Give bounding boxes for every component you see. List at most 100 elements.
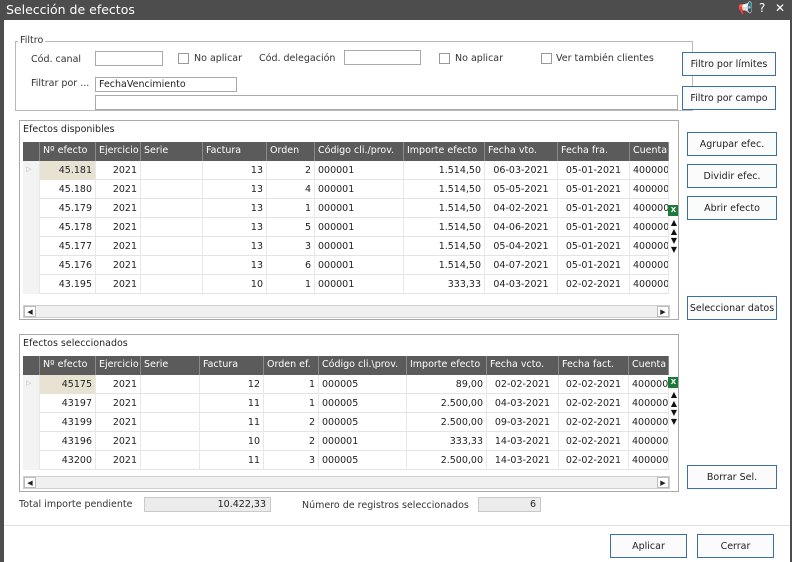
available-horizontal-scrollbar[interactable]: ◀ ▶ (23, 305, 670, 318)
cell[interactable]: 12 (200, 375, 264, 394)
cell[interactable]: 05-04-2021 (485, 237, 558, 256)
cell[interactable]: 4000000 (630, 218, 669, 237)
scroll-right-icon[interactable]: ▶ (657, 306, 669, 317)
table-row[interactable]: 45.176 2021 13 6 000001 1.514,50 04-07-2… (23, 256, 669, 275)
agrupar-button[interactable]: Agrupar efec. (687, 132, 777, 156)
col-header[interactable]: Cuenta (629, 356, 669, 375)
excel-export-icon[interactable]: X (668, 205, 678, 216)
cell[interactable]: 05-01-2021 (558, 199, 630, 218)
col-header[interactable]: Orden (267, 142, 315, 161)
cell[interactable]: 1.514,50 (404, 161, 485, 180)
table-row[interactable]: 45.178 2021 13 5 000001 1.514,50 04-06-2… (23, 218, 669, 237)
table-row[interactable]: 45.179 2021 13 1 000001 1.514,50 04-02-2… (23, 199, 669, 218)
cell[interactable]: 04-06-2021 (485, 218, 558, 237)
dividir-button[interactable]: Dividir efec. (687, 164, 777, 188)
cell[interactable]: 1.514,50 (404, 237, 485, 256)
seleccionar-datos-button[interactable]: Seleccionar datos (687, 296, 777, 320)
cell[interactable]: 45.177 (40, 237, 96, 256)
filtro-campo-button[interactable]: Filtro por campo (682, 86, 776, 110)
table-row[interactable]: ▷ 45175 2021 12 1 000005 89,00 02-02-202… (23, 375, 669, 394)
filtro-limites-button[interactable]: Filtro por límites (682, 52, 776, 76)
filtrar-por-select[interactable]: FechaVencimiento (95, 77, 237, 92)
cell[interactable]: 02-02-2021 (559, 413, 629, 432)
cell[interactable]: 2021 (96, 199, 141, 218)
scroll-up-icon[interactable]: ▲ (668, 399, 678, 408)
cell[interactable]: 14-03-2021 (487, 451, 559, 470)
borrar-sel-button[interactable]: Borrar Sel. (687, 465, 777, 489)
cell[interactable] (141, 413, 200, 432)
cell[interactable] (141, 218, 203, 237)
cell[interactable]: 13 (203, 180, 267, 199)
cell[interactable]: 000001 (315, 199, 404, 218)
col-header[interactable]: Fecha vto. (485, 142, 558, 161)
help-icon[interactable]: ? (759, 1, 765, 15)
cell[interactable]: 1 (264, 375, 319, 394)
col-header[interactable]: Factura (203, 142, 267, 161)
cell[interactable]: 4000000 (629, 375, 669, 394)
cell[interactable]: 2021 (96, 180, 141, 199)
col-header[interactable]: Importe efecto (407, 356, 487, 375)
excel-export-icon[interactable]: X (668, 377, 678, 388)
available-grid[interactable]: Nº efecto Ejercicio Serie Factura Orden … (23, 142, 669, 302)
table-row[interactable]: 43197 2021 11 1 000005 2.500,00 04-03-20… (23, 394, 669, 413)
cell[interactable]: 1.514,50 (404, 199, 485, 218)
selected-grid[interactable]: Nº efecto Ejercicio Serie Factura Orden … (23, 356, 669, 476)
cell[interactable]: 43197 (40, 394, 96, 413)
cell[interactable]: 13 (203, 237, 267, 256)
cell[interactable] (141, 237, 203, 256)
scroll-left-icon[interactable]: ◀ (24, 306, 36, 317)
cell[interactable]: 2021 (96, 432, 141, 451)
col-header[interactable]: Código cli.\prov. (319, 356, 407, 375)
cell[interactable]: 000001 (315, 218, 404, 237)
cell[interactable]: 1.514,50 (404, 256, 485, 275)
col-header[interactable]: Código cli./prov. (315, 142, 404, 161)
cell[interactable]: 000005 (319, 451, 407, 470)
cell[interactable]: 05-01-2021 (558, 218, 630, 237)
cell[interactable]: 2021 (96, 256, 141, 275)
cell[interactable] (141, 161, 203, 180)
cell[interactable]: 1 (267, 275, 315, 294)
cell[interactable]: 1 (267, 199, 315, 218)
cell[interactable]: 02-02-2021 (558, 275, 630, 294)
cell[interactable]: 02-02-2021 (559, 451, 629, 470)
cell[interactable] (141, 375, 200, 394)
cell[interactable]: 4000000 (629, 451, 669, 470)
scroll-top-icon[interactable]: ▲ (668, 390, 678, 399)
cell[interactable]: 000001 (315, 256, 404, 275)
col-header[interactable]: Fecha fra. (558, 142, 630, 161)
cell[interactable]: 1.514,50 (404, 180, 485, 199)
cell[interactable] (141, 451, 200, 470)
col-header[interactable]: Nº efecto (40, 142, 96, 161)
cell[interactable]: 13 (203, 218, 267, 237)
cell[interactable]: 2021 (96, 218, 141, 237)
cell[interactable]: 45.178 (40, 218, 96, 237)
cell[interactable] (141, 180, 203, 199)
col-header[interactable]: Importe efecto (404, 142, 485, 161)
cell[interactable]: 6 (267, 256, 315, 275)
ver-clientes-checkbox[interactable] (541, 53, 552, 64)
cell[interactable]: 13 (203, 199, 267, 218)
cell[interactable]: 04-07-2021 (485, 256, 558, 275)
selected-horizontal-scrollbar[interactable]: ◀ ▶ (23, 476, 670, 489)
cell[interactable]: 43199 (40, 413, 96, 432)
cell[interactable]: 2021 (96, 237, 141, 256)
cell[interactable]: 000005 (319, 413, 407, 432)
cell[interactable]: 4000000 (630, 161, 669, 180)
cell[interactable]: 45.176 (40, 256, 96, 275)
scroll-bottom-icon[interactable]: ▼ (668, 417, 678, 426)
cell[interactable]: 2.500,00 (407, 394, 487, 413)
cell[interactable]: 000001 (315, 275, 404, 294)
cell[interactable]: 2021 (96, 375, 141, 394)
cell[interactable]: 11 (200, 394, 264, 413)
cell[interactable]: 06-03-2021 (485, 161, 558, 180)
col-header[interactable]: Fecha vcto. (487, 356, 559, 375)
cell[interactable]: 4000000 (630, 256, 669, 275)
cell[interactable]: 05-01-2021 (558, 161, 630, 180)
cell[interactable]: 000001 (315, 180, 404, 199)
cell[interactable]: 04-03-2021 (485, 275, 558, 294)
scroll-right-icon[interactable]: ▶ (657, 477, 669, 488)
cell[interactable]: 2021 (96, 413, 141, 432)
cell[interactable]: 000005 (319, 375, 407, 394)
no-aplicar-canal-checkbox[interactable] (178, 53, 189, 64)
cell[interactable]: 43.195 (40, 275, 96, 294)
